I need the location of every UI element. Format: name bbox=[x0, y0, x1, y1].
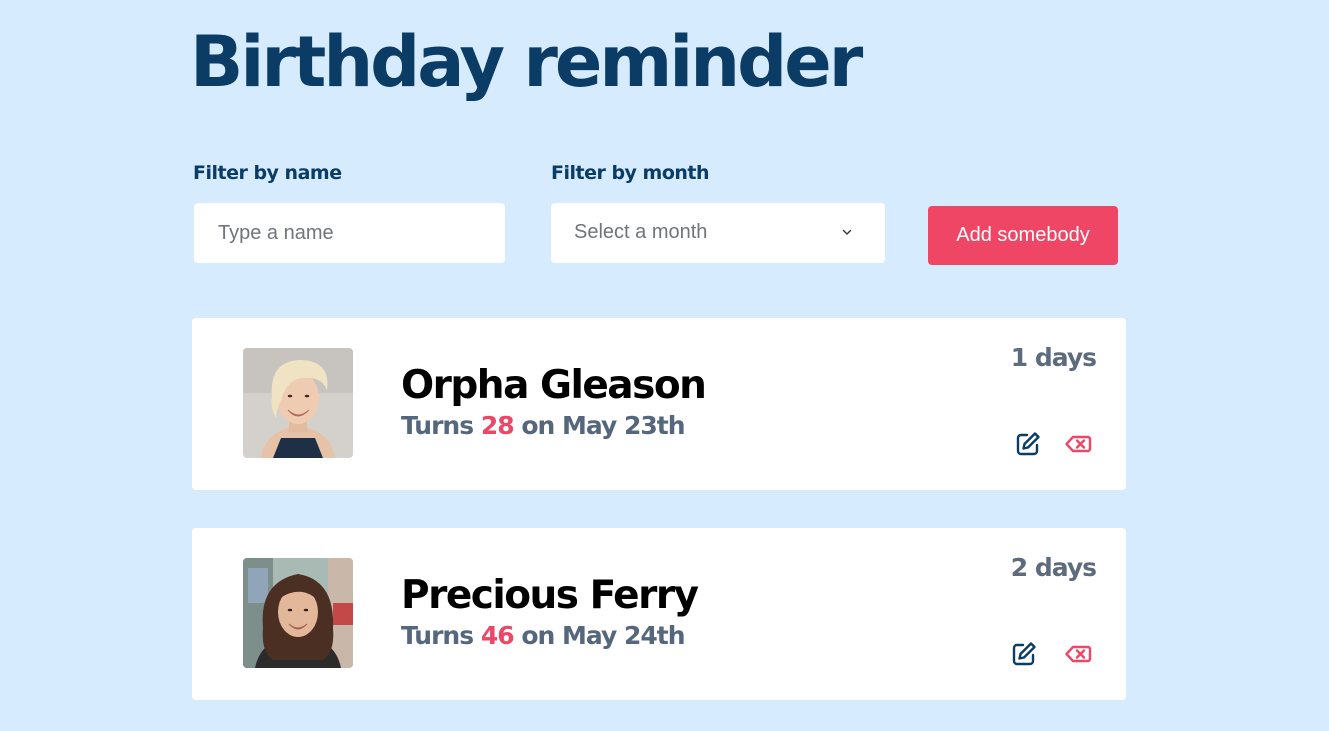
avatar bbox=[243, 558, 353, 668]
age: 46 bbox=[480, 621, 515, 650]
avatar bbox=[243, 348, 353, 458]
edit-icon[interactable] bbox=[1010, 640, 1038, 668]
birthday-card: Orpha Gleason Turns 28 on May 23th 1 day… bbox=[192, 318, 1126, 490]
filter-name-label: Filter by name bbox=[193, 162, 342, 184]
edit-icon[interactable] bbox=[1014, 430, 1042, 458]
add-somebody-button[interactable]: Add somebody bbox=[928, 206, 1118, 265]
birthday-card: Precious Ferry Turns 46 on May 24th 2 da… bbox=[192, 528, 1126, 700]
page-title: Birthday reminder bbox=[190, 21, 863, 103]
days-until: 1 days bbox=[1010, 343, 1097, 372]
name-filter-input[interactable] bbox=[194, 203, 505, 263]
filter-month-label: Filter by month bbox=[551, 162, 710, 184]
age: 28 bbox=[480, 411, 515, 440]
delete-icon[interactable] bbox=[1064, 640, 1092, 668]
birthday-info: Turns 46 on May 24th bbox=[401, 621, 686, 650]
delete-icon[interactable] bbox=[1064, 430, 1092, 458]
chevron-down-icon bbox=[842, 229, 852, 235]
month-select-value: Select a month bbox=[574, 221, 708, 243]
birthday-info: Turns 28 on May 23th bbox=[401, 411, 686, 440]
month-filter-select[interactable]: Select a month bbox=[551, 203, 885, 263]
person-name: Orpha Gleason bbox=[401, 363, 707, 408]
days-until: 2 days bbox=[1010, 553, 1097, 582]
person-name: Precious Ferry bbox=[401, 573, 699, 618]
